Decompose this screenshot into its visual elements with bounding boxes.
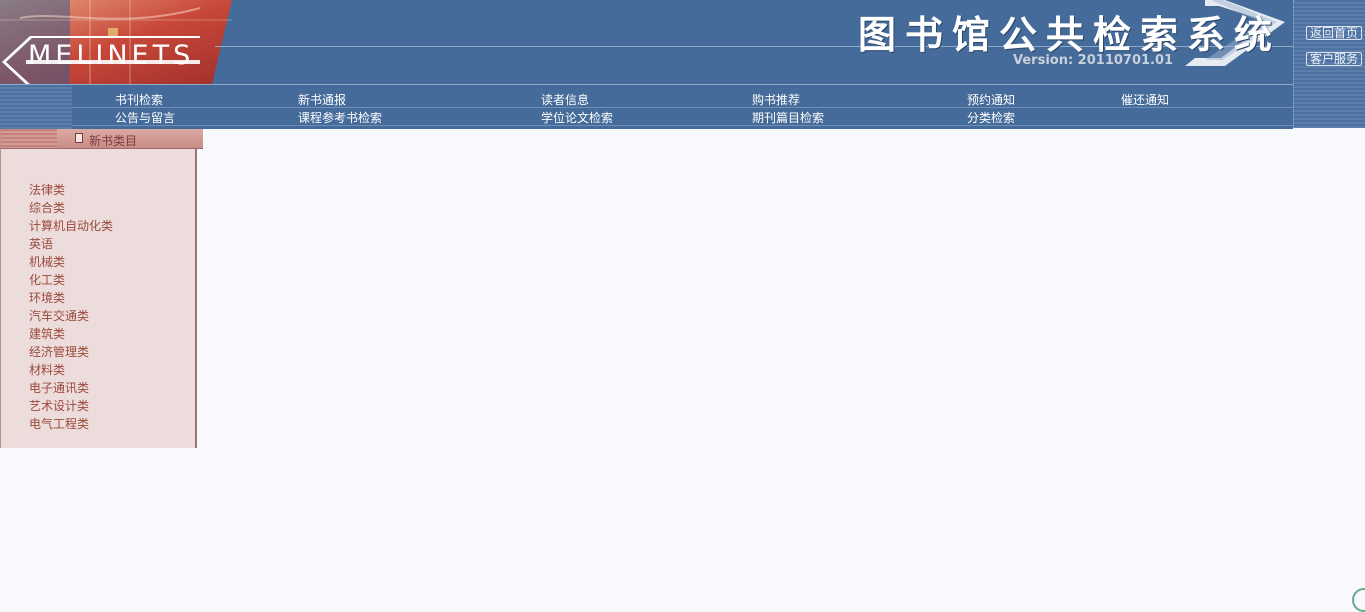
new-books-sidebar: 新书类目 法律类 综合类 计算机自动化类 英语 机械类 化工类 环境类 汽车交通… bbox=[0, 129, 203, 448]
nav-row-1: 书刊检索 新书通报 读者信息 购书推荐 预约通知 催还通知 bbox=[72, 90, 1293, 108]
category-list: 法律类 综合类 计算机自动化类 英语 机械类 化工类 环境类 汽车交通类 建筑类… bbox=[29, 181, 113, 433]
category-item[interactable]: 英语 bbox=[29, 235, 113, 253]
nav-row-2: 公告与留言 课程参考书检索 学位论文检索 期刊篇目检索 分类检索 bbox=[72, 108, 1293, 126]
corner-loading-icon bbox=[1352, 588, 1365, 612]
category-item[interactable]: 化工类 bbox=[29, 271, 113, 289]
nav-purchase-recommend[interactable]: 购书推荐 bbox=[752, 91, 800, 108]
nav-course-reference[interactable]: 课程参考书检索 bbox=[298, 109, 382, 126]
category-item[interactable]: 环境类 bbox=[29, 289, 113, 307]
customer-service-button[interactable]: 客户服务 bbox=[1306, 52, 1362, 66]
category-item[interactable]: 经济管理类 bbox=[29, 343, 113, 361]
main-navigation: 书刊检索 新书通报 读者信息 购书推荐 预约通知 催还通知 公告与留言 课程参考… bbox=[0, 84, 1293, 129]
sidebar-title: 新书类目 bbox=[89, 134, 138, 148]
nav-reservation-notice[interactable]: 预约通知 bbox=[967, 91, 1015, 108]
category-item[interactable]: 艺术设计类 bbox=[29, 397, 113, 415]
version-label: Version: 20110701.01 bbox=[1013, 53, 1174, 68]
category-item[interactable]: 机械类 bbox=[29, 253, 113, 271]
nav-reader-info[interactable]: 读者信息 bbox=[541, 91, 589, 108]
nav-journal-article-search[interactable]: 期刊篇目检索 bbox=[752, 109, 824, 126]
nav-thesis-search[interactable]: 学位论文检索 bbox=[541, 109, 613, 126]
category-item[interactable]: 电子通讯类 bbox=[29, 379, 113, 397]
nav-classification-search[interactable]: 分类检索 bbox=[967, 109, 1015, 126]
nav-new-books[interactable]: 新书通报 bbox=[298, 91, 346, 108]
nav-decoration bbox=[0, 85, 72, 129]
category-item[interactable]: 汽车交通类 bbox=[29, 307, 113, 325]
document-icon bbox=[75, 133, 83, 143]
category-item[interactable]: 材料类 bbox=[29, 361, 113, 379]
right-button-strip: 返回首页 客户服务 bbox=[1293, 0, 1365, 128]
sidebar-header-stripe bbox=[1, 129, 57, 148]
category-item[interactable]: 法律类 bbox=[29, 181, 113, 199]
nav-overdue-notice[interactable]: 催还通知 bbox=[1121, 91, 1169, 108]
category-item[interactable]: 综合类 bbox=[29, 199, 113, 217]
sidebar-header: 新书类目 bbox=[1, 129, 203, 149]
header-banner: MELINETS 图书馆公共检索系统 Version: 20110701.01 bbox=[0, 0, 1365, 84]
nav-book-search[interactable]: 书刊检索 bbox=[115, 91, 163, 108]
home-button[interactable]: 返回首页 bbox=[1306, 26, 1362, 40]
nav-announcements[interactable]: 公告与留言 bbox=[115, 109, 175, 126]
category-item[interactable]: 计算机自动化类 bbox=[29, 217, 113, 235]
logo-text: MELINETS bbox=[28, 40, 195, 71]
logo: MELINETS bbox=[0, 0, 232, 84]
category-item[interactable]: 建筑类 bbox=[29, 325, 113, 343]
system-title: 图书馆公共检索系统 bbox=[858, 12, 1282, 57]
category-item[interactable]: 电气工程类 bbox=[29, 415, 113, 433]
